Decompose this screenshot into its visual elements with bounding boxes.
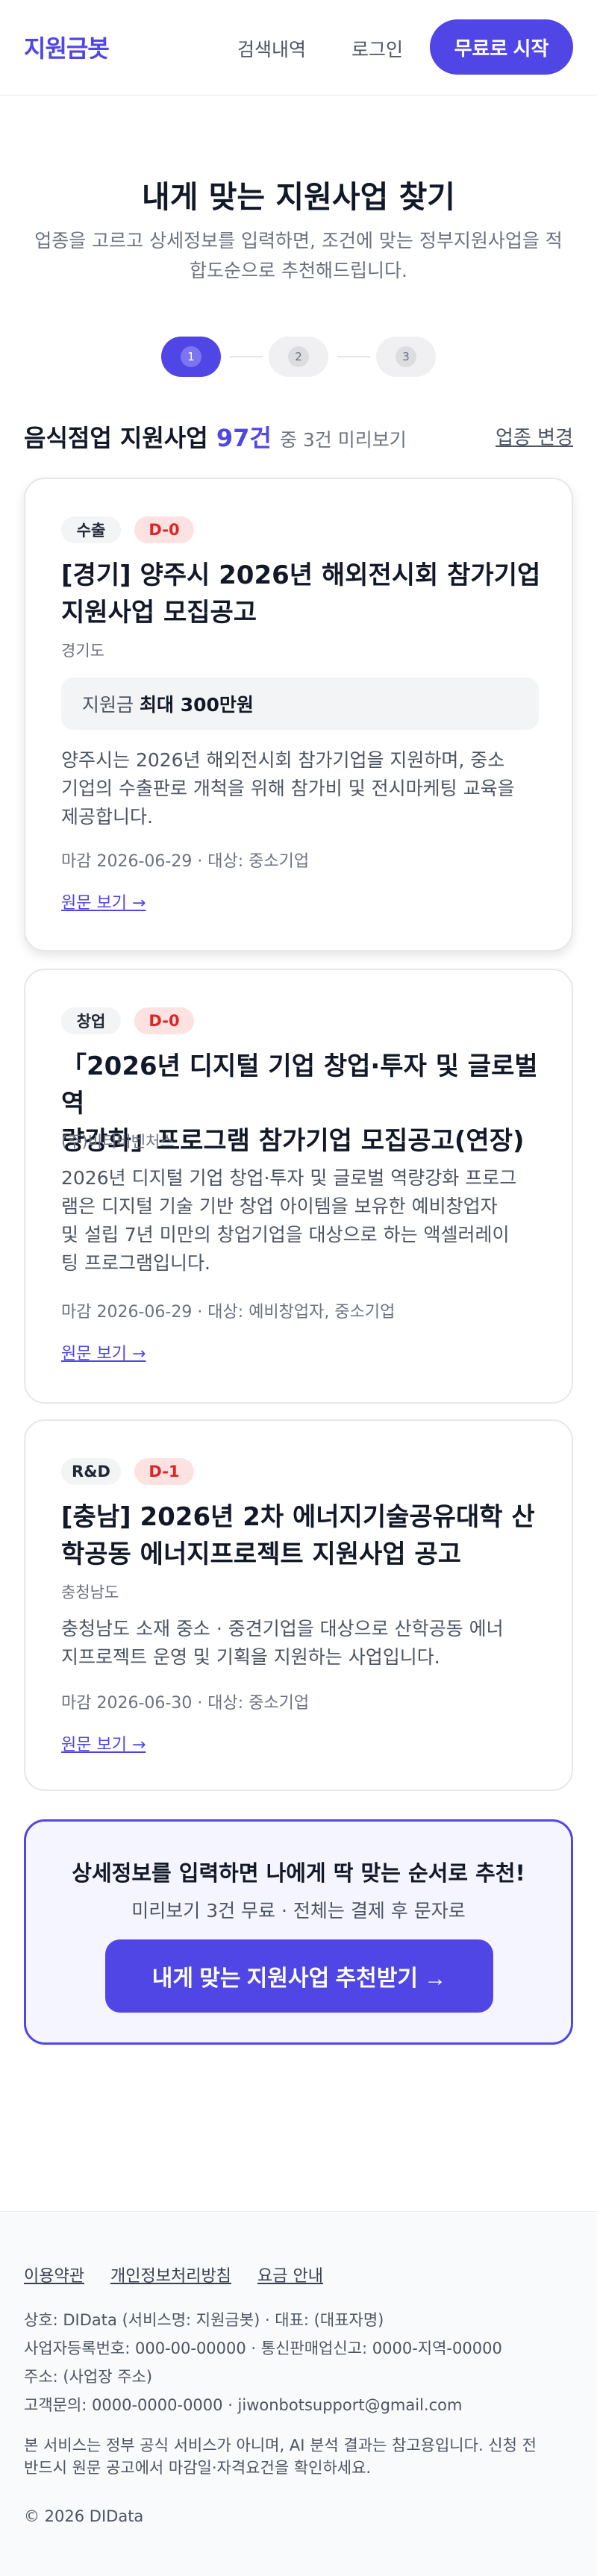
recommend-cta-box: 상세정보를 입력하면 나에게 딱 맞는 순서로 추천! 미리보기 3건 무료 ·… bbox=[24, 1819, 573, 2045]
dday-badge: D-0 bbox=[134, 516, 194, 543]
logo[interactable]: 지원금봇 bbox=[24, 30, 110, 64]
nav-search-history[interactable]: 검색내역 bbox=[237, 35, 306, 62]
card-organization: (주)비티비벤처스 bbox=[61, 1133, 175, 1151]
step-1[interactable]: 1 bbox=[161, 337, 221, 377]
dday-badge: D-0 bbox=[134, 1007, 194, 1034]
card-title: [충남] 2026년 2차 에너지기술공유대학 산 학공동 에너지프로젝트 지원… bbox=[61, 1502, 535, 1569]
footer-disclaimer: 본 서비스는 정부 공식 서비스가 아니며, AI 분석 결과는 참고용입니다.… bbox=[24, 2436, 537, 2477]
card-description: 양주시는 2026년 해외전시회 참가기업을 지원하며, 중소 기업의 수출판로… bbox=[61, 749, 515, 828]
footer-registration: 사업자등록번호: 000-00-00000 · 통신판매업신고: 0000-지역… bbox=[24, 2339, 502, 2357]
program-card[interactable]: 창업 D-0 「2026년 디지털 기업 창업·투자 및 글로벌 역 량강화」프… bbox=[24, 969, 573, 1404]
card-title: [경기] 양주시 2026년 해외전시회 참가기업 지원사업 모집공고 bbox=[61, 560, 541, 628]
footer-address: 주소: (사업장 주소) bbox=[24, 2368, 153, 2386]
step-divider bbox=[337, 356, 370, 357]
card-meta: 마감 2026-06-29 · 대상: 중소기업 bbox=[61, 852, 310, 871]
card-meta: 마감 2026-06-29 · 대상: 예비창업자, 중소기업 bbox=[61, 1303, 396, 1322]
category-badge: 수출 bbox=[61, 516, 121, 543]
card-description: 2026년 디지털 기업 창업·투자 및 글로벌 역량강화 프로그 램은 디지털… bbox=[61, 1167, 517, 1274]
start-free-button[interactable]: 무료로 시작 bbox=[430, 19, 573, 75]
program-card[interactable]: 수출 D-0 [경기] 양주시 2026년 해외전시회 참가기업 지원사업 모집… bbox=[24, 478, 573, 951]
results-heading: 음식점업 지원사업 97건 중 3건 미리보기 bbox=[24, 424, 407, 452]
card-description: 충청남도 소재 중소 · 중견기업을 대상으로 산학공동 에너 지프로젝트 운영… bbox=[61, 1618, 504, 1668]
footer-privacy-link[interactable]: 개인정보처리방침 bbox=[110, 2263, 231, 2286]
step-number: 2 bbox=[288, 346, 309, 367]
cta-subtitle: 미리보기 3건 무료 · 전체는 결제 후 문자로 bbox=[131, 1900, 466, 1922]
site-header: 지원금봇 검색내역 로그인 무료로 시작 bbox=[0, 0, 597, 96]
card-meta: 마감 2026-06-30 · 대상: 중소기업 bbox=[61, 1694, 310, 1713]
footer-contact: 고객문의: 0000-0000-0000 · jiwonbotsupport@g… bbox=[24, 2396, 463, 2414]
step-number: 1 bbox=[181, 346, 201, 367]
footer-copyright: © 2026 DIData bbox=[24, 2507, 144, 2525]
view-original-link[interactable]: 원문 보기 → bbox=[61, 1340, 146, 1364]
program-card[interactable]: R&D D-1 [충남] 2026년 2차 에너지기술공유대학 산 학공동 에너… bbox=[24, 1419, 573, 1791]
page-title: 내게 맞는 지원사업 찾기 bbox=[141, 179, 456, 215]
get-recommendations-button[interactable]: 내게 맞는 지원사업 추천받기 → bbox=[105, 1939, 493, 2013]
results-count: 97건 bbox=[216, 424, 272, 452]
dday-badge: D-1 bbox=[134, 1458, 194, 1485]
step-3[interactable]: 3 bbox=[376, 337, 436, 377]
cta-title: 상세정보를 입력하면 나에게 딱 맞는 순서로 추천! bbox=[72, 1860, 525, 1886]
results-note: 중 3건 미리보기 bbox=[279, 429, 407, 451]
site-footer: 이용약관 개인정보처리방침 요금 안내 상호: DIData (서비스명: 지원… bbox=[0, 2211, 597, 2576]
footer-company: 상호: DIData (서비스명: 지원금봇) · 대표: (대표자명) bbox=[24, 2311, 384, 2329]
step-2[interactable]: 2 bbox=[269, 337, 328, 377]
card-organization: 경기도 bbox=[61, 642, 104, 660]
category-badge: 창업 bbox=[61, 1007, 121, 1034]
amount-label: 지원금 bbox=[82, 694, 134, 716]
page-subtitle: 업종을 고르고 상세정보를 입력하면, 조건에 맞는 정부지원사업을 적 합도순… bbox=[34, 230, 563, 281]
category-badge: R&D bbox=[61, 1458, 121, 1485]
amount-box: 지원금 최대 300만원 bbox=[61, 678, 539, 730]
change-industry-link[interactable]: 업종 변경 bbox=[496, 422, 573, 450]
step-number: 3 bbox=[396, 346, 416, 367]
amount-value: 최대 300만원 bbox=[140, 694, 254, 716]
view-original-link[interactable]: 원문 보기 → bbox=[61, 1731, 146, 1755]
view-original-link[interactable]: 원문 보기 → bbox=[61, 890, 146, 913]
card-organization: 충청남도 bbox=[61, 1584, 119, 1601]
nav-login[interactable]: 로그인 bbox=[351, 35, 403, 62]
footer-pricing-link[interactable]: 요금 안내 bbox=[257, 2263, 323, 2286]
footer-terms-link[interactable]: 이용약관 bbox=[24, 2263, 84, 2286]
step-divider bbox=[230, 356, 263, 357]
